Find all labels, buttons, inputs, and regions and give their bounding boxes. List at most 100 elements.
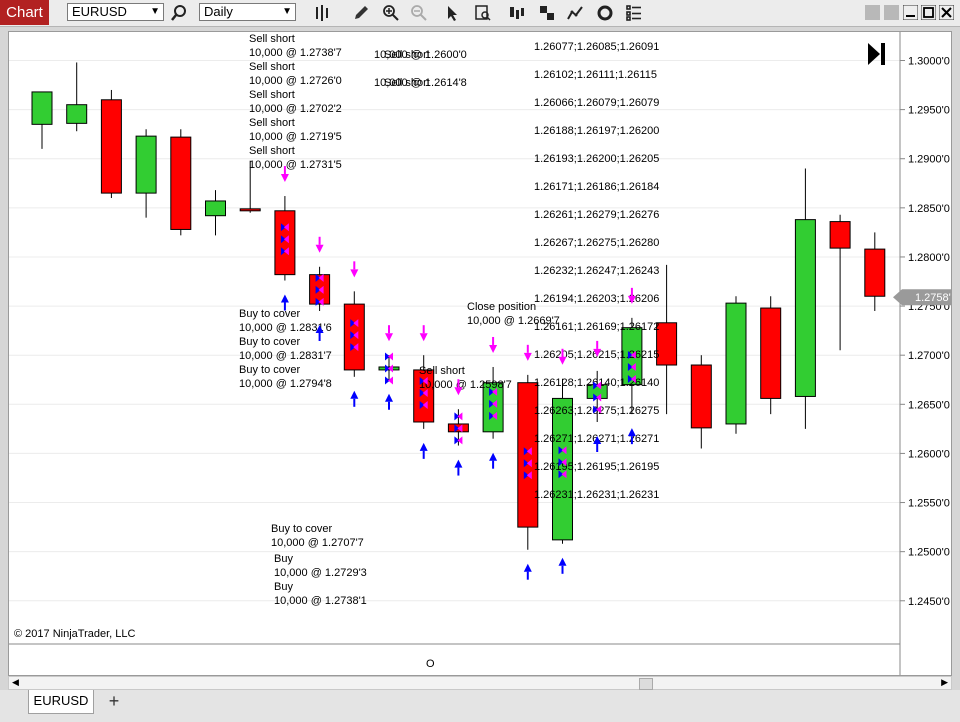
trade-annotation: 1.26231;1.26231;1.26231 [534, 489, 659, 501]
trade-annotation: 1.26193;1.26200;1.26205 [534, 153, 659, 165]
pencil-icon[interactable] [352, 4, 370, 22]
candle-body [170, 136, 192, 230]
trade-annotation: 1.26195;1.26195;1.26195 [534, 461, 659, 473]
trade-annotation: 1.26188;1.26197;1.26200 [534, 125, 659, 137]
chart-toolbar: Chart EURUSD ▼ Daily ▼ [0, 0, 960, 27]
trade-annotation: 10,000 @ 1.2707'7 [271, 537, 364, 549]
trade-annotation: Buy to cover [239, 308, 300, 320]
chevron-down-icon: ▼ [150, 6, 160, 17]
y-tick-label: 1.2650'0 [908, 399, 950, 411]
trade-annotation: Sell short [249, 61, 295, 73]
bar-type-icon[interactable] [313, 4, 331, 22]
trade-annotation: 1.26171;1.26186;1.26184 [534, 181, 659, 193]
strategies-icon[interactable] [538, 4, 556, 22]
horizontal-scrollbar[interactable]: ◀ ▶ [8, 676, 952, 690]
y-tick-label: 1.2500'0 [908, 547, 950, 559]
trade-annotation: Sell short [249, 33, 295, 45]
period-selector[interactable]: Daily ▼ [199, 3, 296, 21]
last-price-label: 1.2758'9 [915, 292, 951, 304]
scroll-right-icon[interactable]: ▶ [941, 677, 948, 688]
data-box-icon[interactable] [474, 4, 492, 22]
refresh-icon[interactable] [596, 4, 614, 22]
indicators-icon[interactable] [566, 4, 584, 22]
tab-bar: EURUSD + [0, 690, 960, 722]
properties-icon[interactable] [508, 4, 526, 22]
tab-eurusd[interactable]: EURUSD [28, 690, 94, 714]
chart-menu-button[interactable]: Chart [0, 0, 49, 25]
scroll-left-icon[interactable]: ◀ [12, 677, 19, 688]
last-price-tag: 1.2758'9 [893, 289, 957, 306]
zoom-in-icon[interactable] [382, 4, 400, 22]
trade-annotation: 10,000 @ 1.2738'1 [274, 595, 367, 607]
copyright-label: © 2017 NinjaTrader, LLC [14, 628, 135, 640]
y-tick-label: 1.2450'0 [908, 596, 950, 608]
y-tick-label: 1.2700'0 [908, 350, 950, 362]
trade-annotation: 1.26102;1.26111;1.26115 [534, 69, 657, 81]
list-icon[interactable] [625, 4, 643, 22]
trade-annotation: 10,000 @ 1.2600'0 [374, 49, 467, 61]
add-tab-button[interactable]: + [103, 690, 125, 712]
link-button-2[interactable] [884, 5, 899, 20]
trade-annotation: Sell short [249, 117, 295, 129]
y-tick-label: 1.2550'0 [908, 498, 950, 510]
search-icon[interactable] [170, 4, 188, 22]
candle-body [725, 302, 747, 425]
trade-annotation: 10,000 @ 1.2719'5 [249, 131, 342, 143]
trade-annotation: 1.26232;1.26247;1.26243 [534, 265, 659, 277]
trade-annotation: Sell short [249, 89, 295, 101]
candle-body [100, 99, 122, 194]
candle-body [864, 248, 886, 297]
trade-annotation: Buy to cover [239, 336, 300, 348]
period-value: Daily [204, 4, 233, 19]
pointer-icon[interactable] [444, 4, 462, 22]
candle-body [690, 364, 712, 429]
y-tick-label: 1.3000'0 [908, 55, 950, 67]
candle-body [239, 208, 261, 212]
candle-body [205, 200, 226, 217]
zoom-out-icon[interactable] [410, 4, 428, 22]
candle [100, 89, 122, 199]
minimize-icon[interactable] [903, 5, 918, 20]
trade-annotation: 1.26066;1.26079;1.26079 [534, 97, 659, 109]
y-tick-label: 1.2600'0 [908, 448, 950, 460]
candle [170, 129, 192, 236]
y-tick-label: 1.2950'0 [908, 105, 950, 117]
close-icon[interactable] [939, 5, 954, 20]
y-tick-label: 1.2850'0 [908, 203, 950, 215]
candle-body [343, 303, 365, 371]
trade-annotation: 1.26263;1.26275;1.26275 [534, 405, 659, 417]
candle [760, 296, 782, 415]
y-tick-label: 1.2900'0 [908, 154, 950, 166]
trade-annotation: Sell short [249, 145, 295, 157]
candle-body [66, 104, 88, 124]
trade-annotation: 1.26128;1.26140;1.26140 [534, 377, 659, 389]
trade-annotation: 10,000 @ 1.2614'8 [374, 77, 467, 89]
trade-annotation: 10,000 @ 1.2729'3 [274, 567, 367, 579]
trade-annotation: 1.26194;1.26203;1.26206 [534, 293, 659, 305]
candle-body [413, 369, 435, 423]
maximize-icon[interactable] [921, 5, 936, 20]
trade-annotation: 10,000 @ 1.2702'2 [249, 103, 342, 115]
trade-annotation: 1.26077;1.26085;1.26091 [534, 41, 659, 53]
trade-annotation: 10,000 @ 1.2738'7 [249, 47, 342, 59]
chevron-down-icon: ▼ [282, 6, 292, 17]
x-tick-label: O [426, 658, 435, 670]
price-chart[interactable]: Sell short 10,000 @ 1.2738'7 Sell short 10,… [9, 32, 957, 675]
candle [343, 291, 365, 377]
link-button[interactable] [865, 5, 880, 20]
trade-annotation: 10,000 @ 1.2726'0 [249, 75, 342, 87]
trade-annotation: Buy [274, 581, 293, 593]
candle [725, 296, 747, 434]
trade-annotation: 10,000 @ 1.2598'7 [419, 379, 512, 391]
candle-body [274, 210, 296, 276]
trade-annotation: Close position [467, 301, 536, 313]
candle-body [760, 307, 782, 399]
y-tick-label: 1.2800'0 [908, 252, 950, 264]
candle-body [31, 91, 53, 125]
scroll-thumb[interactable] [639, 678, 653, 690]
price-axis: 1.3000'0 1.2950'0 1.2900'0 1.2850'0 1.2800'0… [900, 55, 950, 608]
instrument-selector[interactable]: EURUSD ▼ [67, 3, 164, 21]
candle-body [829, 221, 851, 249]
trade-annotation: 1.26267;1.26275;1.26280 [534, 237, 659, 249]
candle-body [794, 219, 816, 397]
